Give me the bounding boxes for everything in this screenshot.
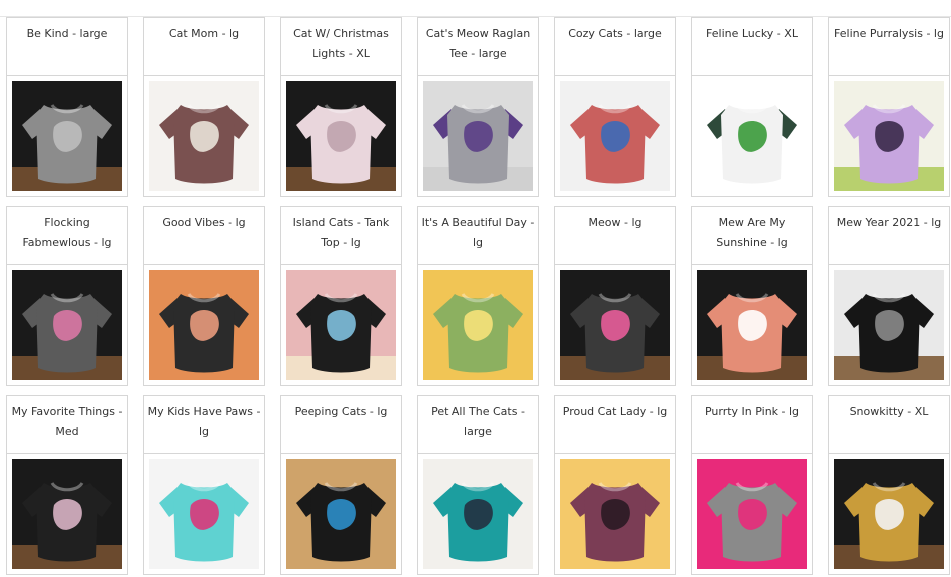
green-tshirt-photo[interactable]: [423, 270, 533, 380]
product-title[interactable]: Mew Are My Sunshine - lg: [692, 207, 812, 265]
product-card[interactable]: My Favorite Things - Med: [6, 395, 128, 575]
product-card[interactable]: Snowkitty - XL: [828, 395, 950, 575]
product-title[interactable]: Cat's Meow Raglan Tee - large: [418, 18, 538, 76]
product-card[interactable]: Pet All The Cats - large: [417, 395, 539, 575]
product-card[interactable]: Purrty In Pink - lg: [691, 395, 813, 575]
product-image-wrap[interactable]: [281, 454, 401, 574]
product-title[interactable]: Good Vibes - lg: [144, 207, 264, 265]
product-card[interactable]: Proud Cat Lady - lg: [554, 395, 676, 575]
product-title[interactable]: Meow - lg: [555, 207, 675, 265]
product-card[interactable]: Cat W/ Christmas Lights - XL: [280, 17, 402, 197]
brown-tshirt-photo[interactable]: [149, 81, 259, 191]
product-image-wrap[interactable]: [829, 76, 949, 196]
lavender-tshirt-photo[interactable]: [834, 81, 944, 191]
black-peeping-tshirt-photo[interactable]: [286, 459, 396, 569]
product-image-wrap[interactable]: [144, 454, 264, 574]
product-title[interactable]: Island Cats - Tank Top - lg: [281, 207, 401, 265]
pink-tshirt-photo[interactable]: [286, 81, 396, 191]
product-image-wrap[interactable]: [144, 265, 264, 385]
product-image-wrap[interactable]: [829, 265, 949, 385]
gray-tshirt-photo[interactable]: [12, 81, 122, 191]
product-card[interactable]: Mew Year 2021 - lg: [828, 206, 950, 386]
heather-tshirt-photo[interactable]: [12, 270, 122, 380]
product-image-wrap[interactable]: [692, 76, 812, 196]
product-title[interactable]: Flocking Fabmewlous - lg: [7, 207, 127, 265]
product-image-wrap[interactable]: [7, 265, 127, 385]
product-image-wrap[interactable]: [7, 76, 127, 196]
product-title[interactable]: Snowkitty - XL: [829, 396, 949, 454]
black-meow-tshirt-photo[interactable]: [560, 270, 670, 380]
product-card[interactable]: My Kids Have Paws - lg: [143, 395, 265, 575]
product-image-wrap[interactable]: [555, 76, 675, 196]
product-card[interactable]: Peeping Cats - lg: [280, 395, 402, 575]
baseball-tshirt-photo[interactable]: [697, 81, 807, 191]
black-shirt-photo[interactable]: [834, 270, 944, 380]
black-longsleeve-photo[interactable]: [12, 459, 122, 569]
product-image-wrap[interactable]: [7, 454, 127, 574]
product-card[interactable]: Good Vibes - lg: [143, 206, 265, 386]
product-image-wrap[interactable]: [418, 454, 538, 574]
product-card[interactable]: Mew Are My Sunshine - lg: [691, 206, 813, 386]
product-card[interactable]: Feline Lucky - XL: [691, 17, 813, 197]
product-card[interactable]: Cozy Cats - large: [554, 17, 676, 197]
product-title[interactable]: Feline Lucky - XL: [692, 18, 812, 76]
product-image-wrap[interactable]: [692, 265, 812, 385]
raglan-tshirt-photo[interactable]: [423, 81, 533, 191]
product-image-wrap[interactable]: [418, 265, 538, 385]
product-card[interactable]: Cat Mom - lg: [143, 17, 265, 197]
product-image-wrap[interactable]: [555, 265, 675, 385]
product-card[interactable]: Be Kind - large: [6, 17, 128, 197]
mustard-tshirt-photo[interactable]: [834, 459, 944, 569]
product-title[interactable]: Purrty In Pink - lg: [692, 396, 812, 454]
teal-tshirt-photo[interactable]: [423, 459, 533, 569]
red-tshirt-photo[interactable]: [560, 81, 670, 191]
gray-pink-tshirt-photo[interactable]: [697, 459, 807, 569]
product-title[interactable]: My Kids Have Paws - lg: [144, 396, 264, 454]
product-title[interactable]: Peeping Cats - lg: [281, 396, 401, 454]
product-image-wrap[interactable]: [281, 76, 401, 196]
product-card[interactable]: Flocking Fabmewlous - lg: [6, 206, 128, 386]
product-title[interactable]: Be Kind - large: [7, 18, 127, 76]
orange-tshirt-photo[interactable]: [697, 270, 807, 380]
product-image-wrap[interactable]: [144, 76, 264, 196]
product-image-wrap[interactable]: [418, 76, 538, 196]
product-title[interactable]: Cozy Cats - large: [555, 18, 675, 76]
tank-top-photo[interactable]: [286, 270, 396, 380]
product-grid: Be Kind - large Cat Mom - lg Cat W/ Christ…: [6, 17, 950, 575]
product-title[interactable]: It's A Beautiful Day - lg: [418, 207, 538, 265]
product-image-wrap[interactable]: [692, 454, 812, 574]
product-title[interactable]: Pet All The Cats - large: [418, 396, 538, 454]
product-image-wrap[interactable]: [829, 454, 949, 574]
product-card[interactable]: Feline Purralysis - lg: [828, 17, 950, 197]
product-card[interactable]: Meow - lg: [554, 206, 676, 386]
product-title[interactable]: Feline Purralysis - lg: [829, 18, 949, 76]
product-title[interactable]: My Favorite Things - Med: [7, 396, 127, 454]
product-title[interactable]: Proud Cat Lady - lg: [555, 396, 675, 454]
product-card[interactable]: It's A Beautiful Day - lg: [417, 206, 539, 386]
product-title[interactable]: Cat W/ Christmas Lights - XL: [281, 18, 401, 76]
product-image-wrap[interactable]: [281, 265, 401, 385]
black-tshirt-photo[interactable]: [149, 270, 259, 380]
product-card[interactable]: Island Cats - Tank Top - lg: [280, 206, 402, 386]
product-image-wrap[interactable]: [555, 454, 675, 574]
product-title[interactable]: Mew Year 2021 - lg: [829, 207, 949, 265]
product-card[interactable]: Cat's Meow Raglan Tee - large: [417, 17, 539, 197]
product-title[interactable]: Cat Mom - lg: [144, 18, 264, 76]
aqua-tshirt-photo[interactable]: [149, 459, 259, 569]
model-tshirt-photo[interactable]: [560, 459, 670, 569]
